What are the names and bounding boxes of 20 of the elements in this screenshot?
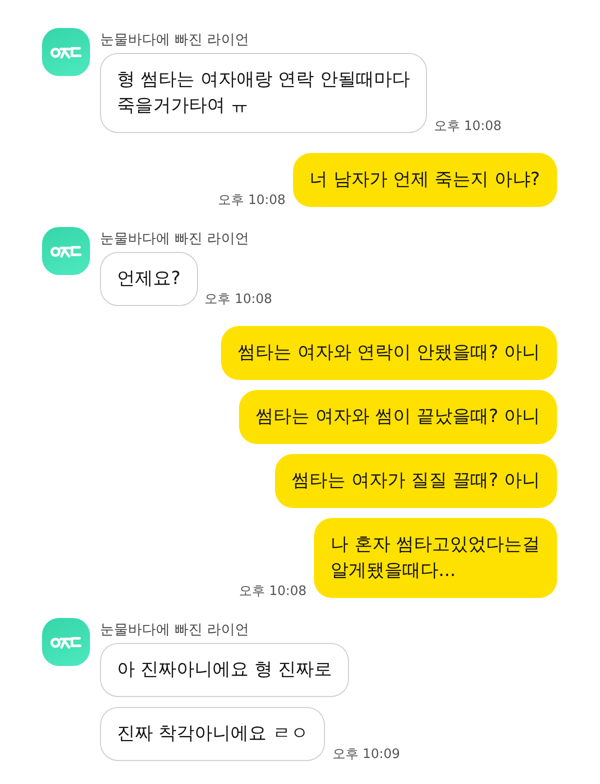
message-bubble: 나 혼자 썸타고있었다는걸 알게됐을때다... (314, 518, 557, 598)
avatar-icon (42, 618, 90, 666)
message-bubble: 너 남자가 언제 죽는지 아냐? (292, 153, 557, 207)
avatar-icon (42, 28, 90, 76)
message-bubble: 썸타는 여자와 연락이 안됐을때? 아니 (220, 326, 557, 380)
message-time: 오후 10:09 (332, 746, 400, 763)
sender-name: 눈물바다에 빠진 라이언 (100, 230, 250, 248)
message-time: 오후 10:08 (238, 583, 307, 600)
message-bubble: 형 썸타는 여자애랑 연락 안될때마다 죽을거가타여 ㅠ (100, 53, 427, 133)
message-time: 오후 10:08 (218, 192, 286, 209)
message-bubble: 진짜 착각아니에요 ㄹㅇ (100, 707, 326, 761)
message-bubble: 썸타는 여자와 썸이 끝났을때? 아니 (238, 390, 557, 444)
avatar-icon (42, 227, 90, 275)
message-time: 오후 10:08 (204, 291, 272, 308)
message-bubble: 썸타는 여자가 질질 끌때? 아니 (274, 454, 557, 508)
message-bubble: 아 진짜아니에요 형 진짜로 (100, 643, 350, 697)
message-time: 오후 10:08 (434, 118, 502, 135)
sender-name: 눈물바다에 빠진 라이언 (100, 31, 250, 49)
message-bubble: 언제요? (100, 252, 198, 306)
sender-name: 눈물바다에 빠진 라이언 (100, 621, 250, 639)
